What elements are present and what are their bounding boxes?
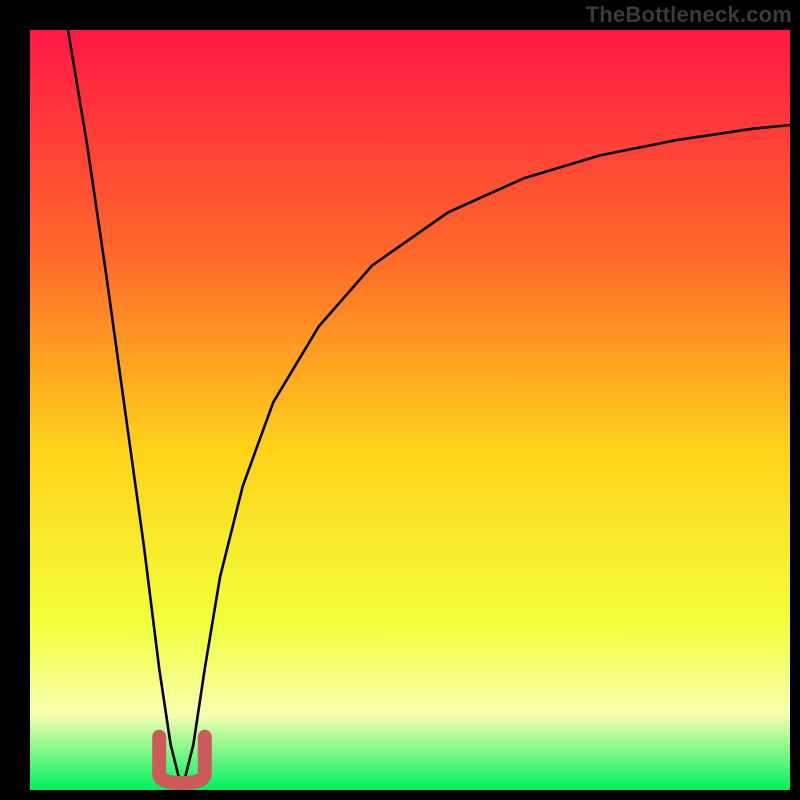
chart-stage: { "watermark": "TheBottleneck.com", "col… <box>0 0 800 800</box>
plot-area <box>30 30 790 790</box>
watermark-text: TheBottleneck.com <box>586 2 792 28</box>
chart-svg <box>0 0 800 800</box>
